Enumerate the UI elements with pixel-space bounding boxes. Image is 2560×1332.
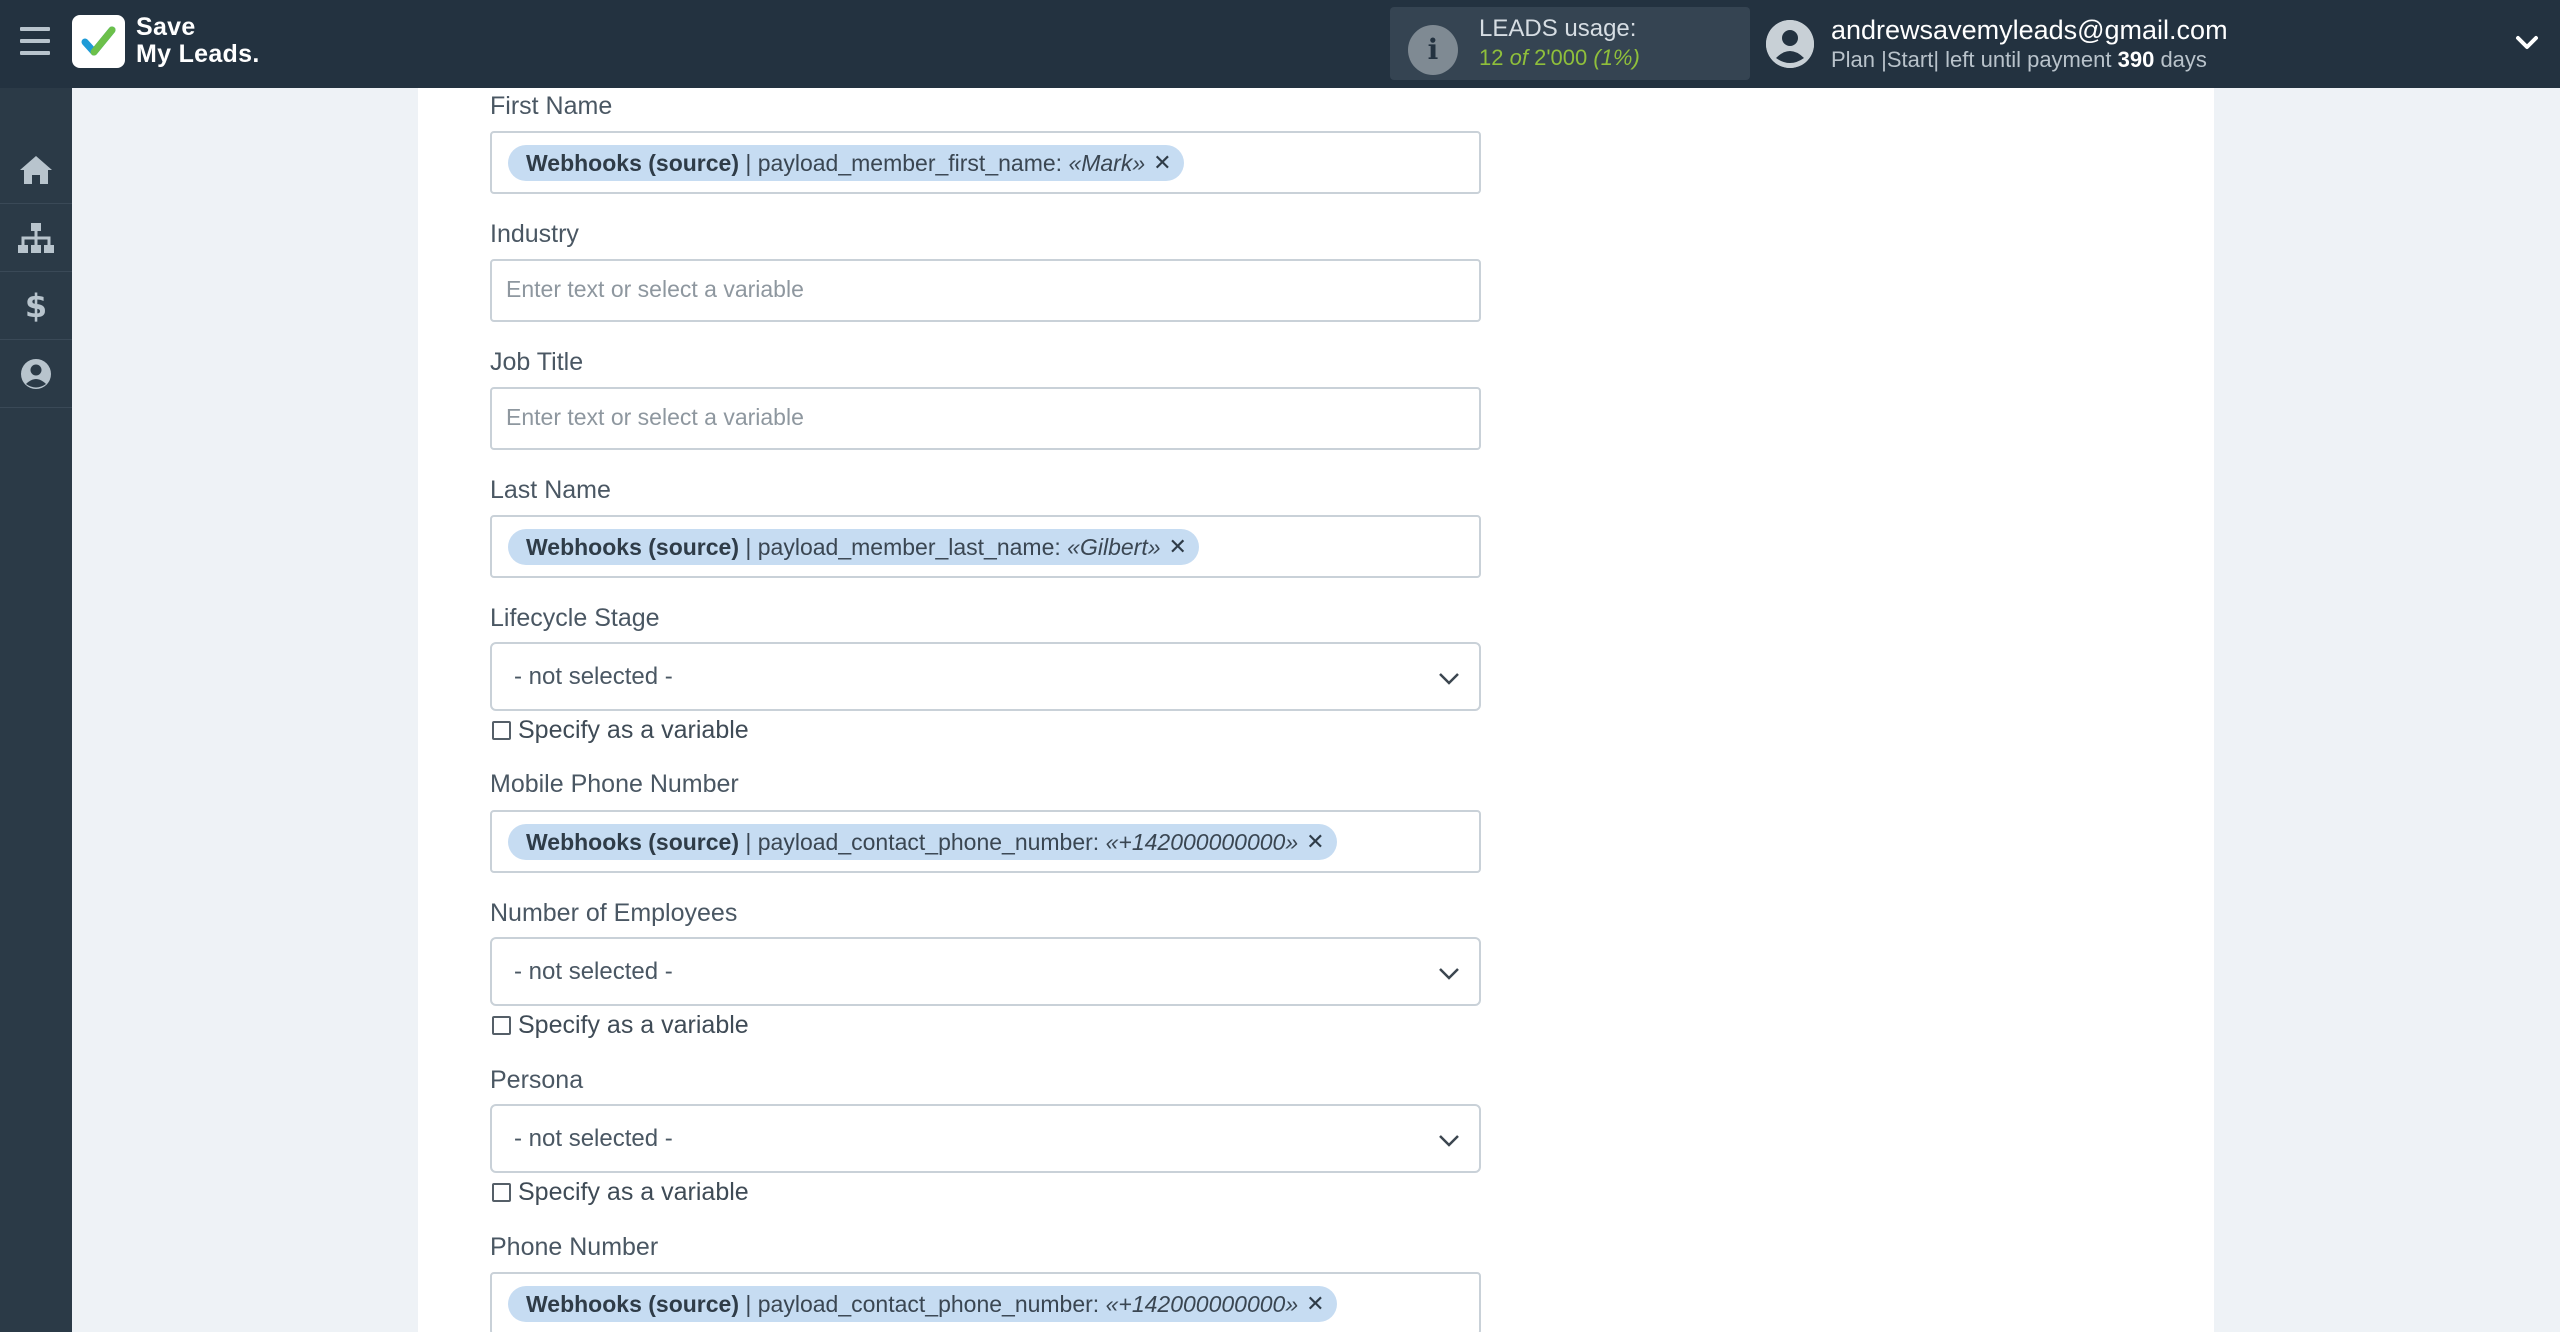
checkbox[interactable]	[492, 1183, 511, 1202]
employees-select[interactable]: - not selected -	[490, 937, 1481, 1006]
industry-placeholder: Enter text or select a variable	[506, 276, 804, 302]
sidebar-item-connections[interactable]	[0, 204, 72, 272]
user-email[interactable]: andrewsavemyleads@gmail.com	[1831, 15, 2228, 46]
leads-usage-panel: i LEADS usage: 12 of 2'000 (1%)	[1390, 7, 1750, 80]
home-icon	[20, 155, 52, 184]
first-name-label: First Name	[490, 92, 613, 120]
checkbox-label: Specify as a variable	[518, 716, 749, 744]
sidebar: $	[0, 88, 72, 1332]
top-bar: Save My Leads. i LEADS usage: 12 of 2'00…	[0, 0, 2560, 88]
checkbox[interactable]	[492, 721, 511, 740]
remove-tag-icon[interactable]: ✕	[1169, 529, 1187, 565]
variable-tag[interactable]: Webhooks (source) | payload_contact_phon…	[508, 824, 1337, 860]
checkbox[interactable]	[492, 1016, 511, 1035]
dollar-icon: $	[25, 289, 47, 323]
job-title-label: Job Title	[490, 348, 584, 376]
phone-field[interactable]: Webhooks (source) | payload_contact_phon…	[490, 1272, 1481, 1332]
sitemap-icon	[18, 222, 54, 253]
chevron-down-icon[interactable]	[2512, 28, 2542, 58]
job-title-field[interactable]: Enter text or select a variable	[490, 387, 1481, 450]
svg-text:$: $	[25, 289, 47, 323]
select-value: - not selected -	[514, 1125, 673, 1152]
job-title-placeholder: Enter text or select a variable	[506, 404, 804, 430]
mobile-phone-field[interactable]: Webhooks (source) | payload_contact_phon…	[490, 810, 1481, 873]
user-circle-icon	[21, 358, 51, 389]
chevron-down-icon	[1439, 1135, 1459, 1147]
sidebar-item-billing[interactable]: $	[0, 272, 72, 340]
persona-select[interactable]: - not selected -	[490, 1104, 1481, 1173]
remove-tag-icon[interactable]: ✕	[1153, 145, 1171, 181]
user-plan: Plan |Start| left until payment 390 days	[1831, 47, 2207, 72]
checkbox-label: Specify as a variable	[518, 1011, 749, 1039]
persona-variable-checkbox[interactable]: Specify as a variable	[492, 1178, 749, 1207]
checkbox-label: Specify as a variable	[518, 1178, 749, 1206]
avatar-icon[interactable]	[1766, 20, 1814, 68]
sidebar-item-home[interactable]	[0, 136, 72, 204]
phone-label: Phone Number	[490, 1233, 659, 1261]
variable-tag[interactable]: Webhooks (source) | payload_contact_phon…	[508, 1286, 1337, 1322]
select-value: - not selected -	[514, 958, 673, 985]
lifecycle-stage-select[interactable]: - not selected -	[490, 642, 1481, 711]
chevron-down-icon	[1439, 968, 1459, 980]
lifecycle-stage-label: Lifecycle Stage	[490, 604, 660, 632]
persona-label: Persona	[490, 1066, 584, 1094]
last-name-field[interactable]: Webhooks (source) | payload_member_last_…	[490, 515, 1481, 578]
variable-tag[interactable]: Webhooks (source) | payload_member_first…	[508, 145, 1184, 181]
first-name-field[interactable]: Webhooks (source) | payload_member_first…	[490, 131, 1481, 194]
employees-label: Number of Employees	[490, 899, 738, 927]
logo-text[interactable]: Save My Leads.	[136, 14, 260, 68]
lifecycle-stage-variable-checkbox[interactable]: Specify as a variable	[492, 716, 749, 745]
menu-icon[interactable]	[20, 27, 52, 57]
sidebar-item-account[interactable]	[0, 340, 72, 408]
remove-tag-icon[interactable]: ✕	[1306, 1286, 1324, 1322]
industry-label: Industry	[490, 220, 579, 248]
industry-field[interactable]: Enter text or select a variable	[490, 259, 1481, 322]
last-name-label: Last Name	[490, 476, 611, 504]
employees-variable-checkbox[interactable]: Specify as a variable	[492, 1011, 749, 1040]
leads-usage-title: LEADS usage:	[1479, 15, 1637, 42]
select-value: - not selected -	[514, 663, 673, 690]
mobile-phone-label: Mobile Phone Number	[490, 770, 739, 798]
leads-usage-count: 12 of 2'000 (1%)	[1479, 45, 1640, 70]
logo-icon[interactable]	[72, 15, 125, 68]
remove-tag-icon[interactable]: ✕	[1306, 824, 1324, 860]
info-icon[interactable]: i	[1408, 25, 1458, 75]
variable-tag[interactable]: Webhooks (source) | payload_member_last_…	[508, 529, 1199, 565]
chevron-down-icon	[1439, 673, 1459, 685]
